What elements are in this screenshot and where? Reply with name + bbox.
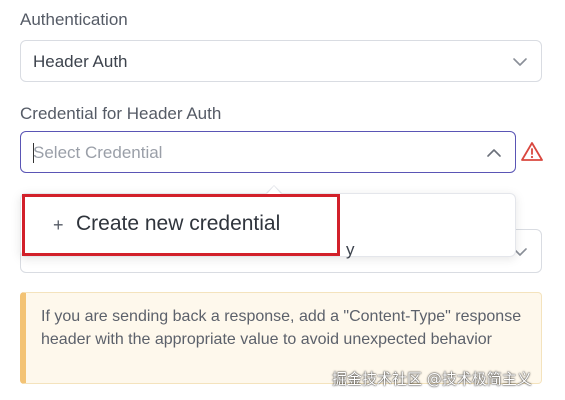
create-new-credential-label: Create new credential xyxy=(76,212,281,235)
create-new-credential-option[interactable]: + Create new credential xyxy=(22,194,340,256)
credential-select[interactable]: Select Credential xyxy=(20,131,516,173)
authentication-selected-value: Header Auth xyxy=(33,52,128,71)
dropdown-pointer-fill xyxy=(267,186,281,194)
authentication-select[interactable]: Header Auth xyxy=(20,40,542,82)
obscured-select-value: y xyxy=(346,246,355,259)
chevron-up-icon xyxy=(487,149,501,157)
authentication-label: Authentication xyxy=(20,10,128,29)
notice-text: If you are sending back a response, add … xyxy=(41,308,522,348)
credential-placeholder: Select Credential xyxy=(33,143,163,162)
chevron-down-icon xyxy=(513,58,527,66)
watermark: 掘金技术社区 @技术极简主义 xyxy=(332,370,532,388)
plus-icon: + xyxy=(53,215,64,235)
credential-label: Credential for Header Auth xyxy=(20,104,222,123)
warning-triangle-icon xyxy=(521,142,543,161)
